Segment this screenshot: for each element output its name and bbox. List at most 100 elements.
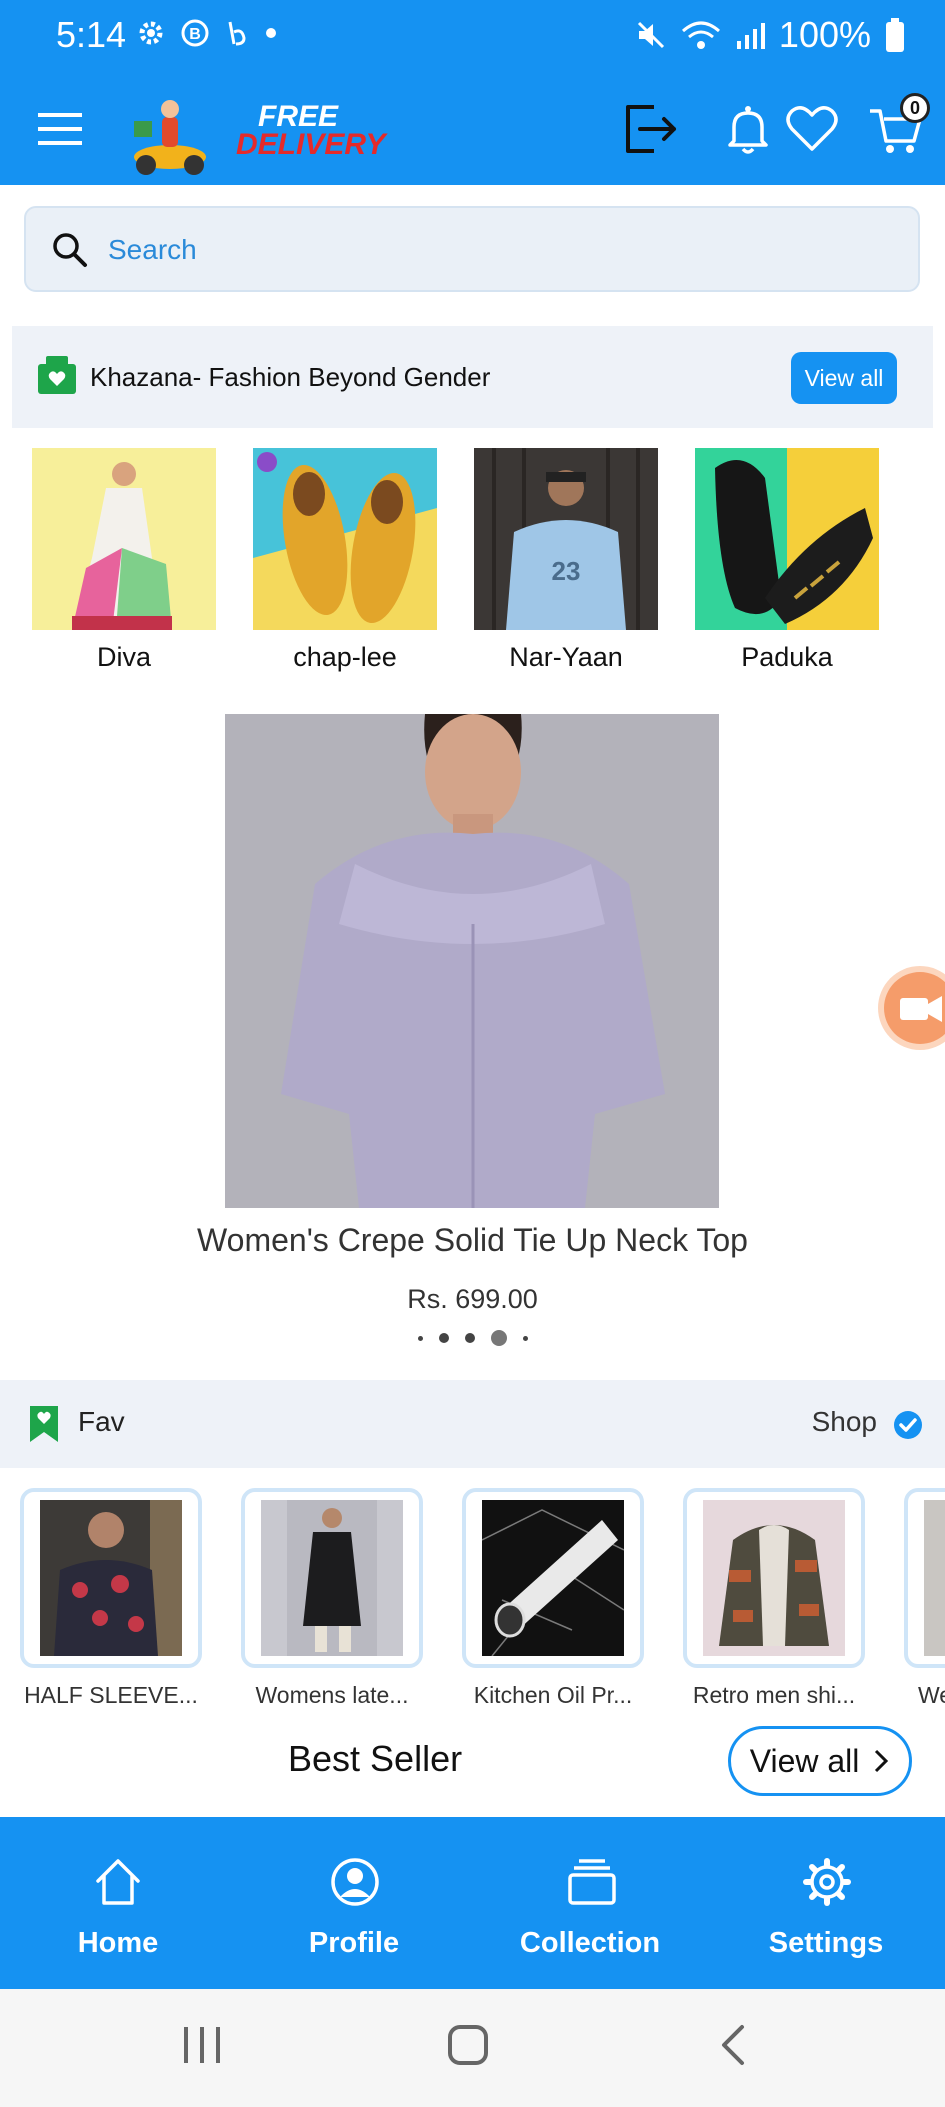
category-image-diva [32, 448, 216, 630]
notification-bell-icon[interactable] [718, 99, 778, 159]
floating-video-button[interactable] [884, 972, 945, 1044]
app-status-icon [228, 21, 246, 46]
recent-apps-icon[interactable] [180, 2021, 224, 2069]
battery-text: 100% [778, 14, 871, 55]
category-paduka[interactable]: Paduka [695, 448, 879, 673]
carousel-product-image[interactable] [225, 714, 719, 1208]
b-status-icon: B [181, 19, 209, 47]
svg-text:B: B [189, 26, 201, 43]
category-image-chap-lee [253, 448, 437, 630]
carousel-product-price: Rs. 699.00 [407, 1284, 538, 1314]
signal-icon [736, 23, 765, 49]
fav-item-label: Retro men shi... [692, 1682, 856, 1708]
dot-status-icon [266, 28, 276, 38]
category-label: chap-lee [293, 642, 397, 672]
fav-item-label: HALF SLEEVE... [24, 1682, 198, 1708]
carousel-dot[interactable] [417, 1335, 423, 1341]
bottom-navigation: Home Profile Collection Settings [0, 1817, 945, 1989]
search-input[interactable] [108, 228, 888, 272]
settings-gear-icon [803, 1858, 851, 1906]
settings-status-icon [139, 21, 163, 45]
home-icon [96, 1859, 140, 1905]
logo-text: FREE DELIVERY [236, 100, 386, 161]
fav-item-label: Womens late... [255, 1682, 409, 1708]
gift-box-icon [38, 356, 76, 394]
hamburger-menu-icon[interactable] [36, 105, 84, 153]
best-seller-view-all-label: View all [749, 1743, 860, 1779]
nav-settings-label: Settings [768, 1927, 884, 1959]
fav-item-image [261, 1500, 403, 1656]
best-seller-title: Best Seller [288, 1738, 463, 1779]
fav-item-frame [241, 1488, 423, 1668]
fav-item-frame [462, 1488, 644, 1668]
category-label: Paduka [741, 642, 833, 672]
fav-item-partial[interactable]: We [904, 1488, 945, 1709]
carousel-dot[interactable] [438, 1333, 449, 1343]
fav-item-label: Kitchen Oil Pr... [473, 1682, 633, 1708]
fav-item[interactable]: HALF SLEEVE... [20, 1488, 202, 1709]
fav-item-label: We [918, 1682, 945, 1708]
category-diva[interactable]: Diva [32, 448, 216, 673]
bookmark-heart-icon [30, 1406, 58, 1442]
fav-item[interactable]: Womens late... [241, 1488, 423, 1709]
fav-item-image [482, 1500, 624, 1656]
battery-icon [886, 18, 904, 52]
carousel-dot-active[interactable] [490, 1330, 507, 1346]
category-nar-yaan[interactable]: 23 Nar-Yaan [474, 448, 658, 673]
system-navigation-bar [0, 1989, 945, 2107]
nav-home-label: Home [77, 1927, 159, 1959]
collection-icon [568, 1859, 616, 1905]
fav-item-image [703, 1500, 845, 1656]
nav-collection-label: Collection [519, 1927, 661, 1959]
back-icon[interactable] [712, 2021, 756, 2069]
carousel-dot[interactable] [464, 1333, 475, 1343]
category-image-paduka [695, 448, 879, 630]
carousel-pagination-dots [0, 1330, 945, 1346]
search-icon [53, 233, 87, 267]
nav-profile-label: Profile [308, 1927, 400, 1959]
category-label: Nar-Yaan [509, 642, 623, 672]
status-notification-icons: B [136, 18, 278, 48]
check-circle-icon[interactable] [893, 1410, 923, 1440]
profile-icon [331, 1858, 379, 1906]
status-right: 100% [635, 14, 905, 56]
nav-home[interactable]: Home [0, 1817, 236, 1989]
fav-item[interactable]: Retro men shi... [683, 1488, 865, 1709]
nav-collection[interactable]: Collection [472, 1817, 708, 1989]
delivery-scooter-icon [134, 100, 206, 175]
logout-icon[interactable] [620, 99, 680, 159]
mute-icon [637, 21, 664, 49]
category-chap-lee[interactable]: chap-lee [253, 448, 437, 673]
category-image-nar-yaan: 23 [474, 448, 658, 630]
khazana-title: Khazana- Fashion Beyond Gender [90, 362, 491, 392]
nav-profile[interactable]: Profile [236, 1817, 472, 1989]
fav-title: Fav [78, 1406, 125, 1437]
search-bar[interactable] [24, 206, 920, 292]
category-label: Diva [96, 642, 151, 672]
fav-item-frame [683, 1488, 865, 1668]
status-time: 5:14 [56, 14, 127, 55]
app-header: FREE DELIVERY 0 [0, 75, 945, 185]
fav-shop-link[interactable]: Shop [812, 1406, 877, 1438]
khazana-section-header: Khazana- Fashion Beyond Gender View all [12, 326, 933, 428]
best-seller-view-all-button[interactable]: View all [728, 1726, 912, 1796]
carousel-product-title[interactable]: Women's Crepe Solid Tie Up Neck Top [0, 1222, 945, 1259]
fav-item-frame [20, 1488, 202, 1668]
svg-text:23: 23 [552, 556, 581, 586]
wishlist-heart-icon[interactable] [782, 99, 842, 159]
video-camera-icon [900, 996, 942, 1022]
carousel-dot[interactable] [522, 1335, 528, 1341]
khazana-view-all-button[interactable]: View all [791, 352, 897, 404]
fav-section-header: Fav Shop [0, 1380, 945, 1468]
home-system-icon[interactable] [446, 2021, 490, 2069]
free-delivery-logo[interactable]: FREE DELIVERY [128, 93, 386, 175]
fav-item[interactable]: Kitchen Oil Pr... [462, 1488, 644, 1709]
wifi-icon [681, 21, 720, 49]
status-bar: 5:14 B 100% [0, 0, 945, 75]
chevron-right-icon [875, 1749, 889, 1773]
fav-item-image [40, 1500, 182, 1656]
fav-item-frame [904, 1488, 945, 1668]
cart-button[interactable]: 0 [866, 93, 930, 159]
nav-settings[interactable]: Settings [708, 1817, 944, 1989]
cart-count-badge: 0 [900, 93, 930, 123]
